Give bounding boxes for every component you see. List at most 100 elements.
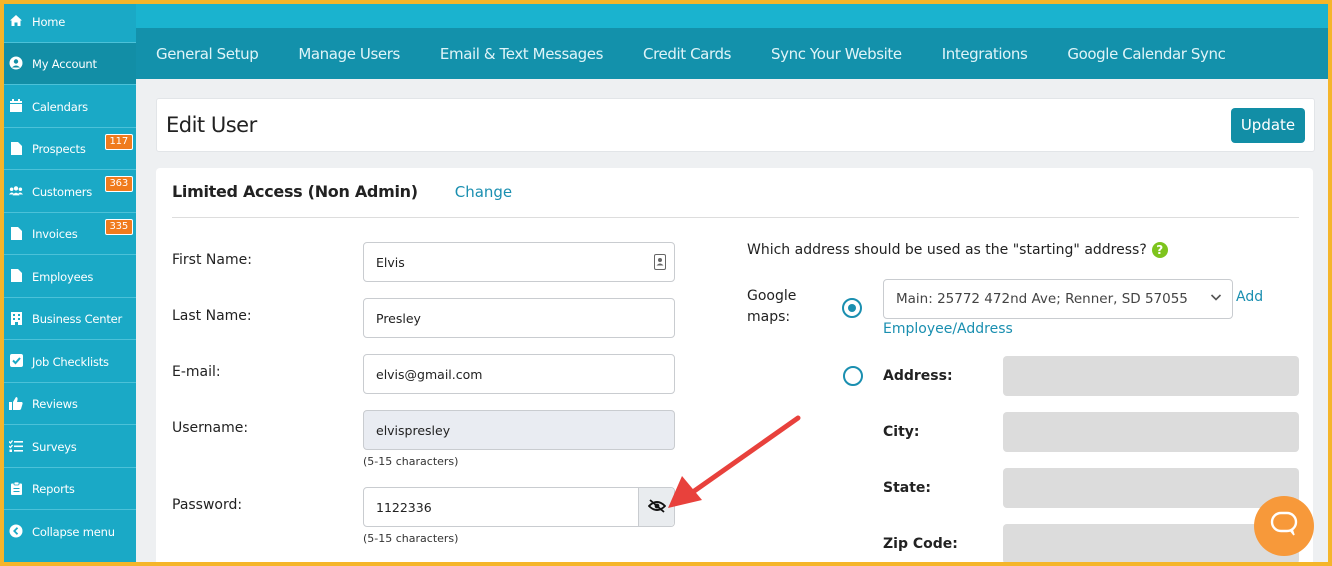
sidebar-item-employees[interactable]: Employees (0, 255, 136, 298)
file-icon (9, 141, 23, 155)
tab-sync-your-website[interactable]: Sync Your Website (771, 45, 902, 63)
sidebar-item-home[interactable]: Home (0, 0, 136, 43)
chat-widget-button[interactable] (1254, 496, 1314, 556)
sidebar-item-label: Business Center (32, 312, 123, 327)
username-hint: (5-15 characters) (363, 455, 459, 468)
help-icon[interactable]: ? (1151, 242, 1168, 258)
user-circle-icon (9, 56, 23, 70)
collapse-menu-button[interactable]: Collapse menu (0, 510, 136, 553)
custom-address-radio[interactable] (843, 366, 863, 386)
contact-card-icon (654, 254, 666, 273)
sidebar-item-reviews[interactable]: Reviews (0, 383, 136, 425)
calendar-icon (9, 99, 23, 113)
username-label: Username: (172, 420, 249, 436)
state-field (1003, 468, 1299, 508)
email-label: E-mail: (172, 364, 221, 380)
city-field (1003, 412, 1299, 452)
checkbox-icon (9, 354, 23, 368)
sidebar-item-reports[interactable]: Reports (0, 468, 136, 510)
sidebar-item-label: Home (32, 14, 66, 29)
first-name-field[interactable]: Elvis (363, 242, 675, 282)
address-select[interactable]: Main: 25772 472nd Ave; Renner, SD 57055 (883, 279, 1233, 319)
sidebar-item-label: Employees (32, 269, 94, 284)
email-value: elvis@gmail.com (376, 366, 483, 382)
sidebar-item-label: Calendars (32, 99, 88, 114)
chat-bubble-icon (1270, 511, 1298, 542)
sidebar-item-label: Prospects (32, 142, 86, 157)
tab-general-setup[interactable]: General Setup (156, 45, 259, 63)
username-field: elvispresley (363, 410, 675, 450)
sidebar-item-label: Surveys (32, 439, 77, 454)
tab-integrations[interactable]: Integrations (942, 45, 1028, 63)
address-select-value: Main: 25772 472nd Ave; Renner, SD 57055 (896, 291, 1188, 307)
first-name-label: First Name: (172, 252, 252, 268)
top-header-bar (136, 0, 1332, 28)
sidebar-item-label: Customers (32, 184, 93, 199)
google-maps-radio[interactable] (842, 298, 862, 318)
sidebar-item-customers[interactable]: Customers 363 (0, 170, 136, 213)
clipboard-icon (9, 481, 23, 495)
top-accent-strip (801, 0, 911, 4)
address-label: Address: (883, 368, 953, 384)
sidebar-item-business-center[interactable]: Business Center (0, 298, 136, 340)
tab-google-calendar-sync[interactable]: Google Calendar Sync (1067, 45, 1225, 63)
last-name-field[interactable]: Presley (363, 298, 675, 338)
city-label: City: (883, 424, 920, 440)
password-label: Password: (172, 497, 243, 513)
invoices-count-badge: 335 (104, 218, 133, 235)
last-name-label: Last Name: (172, 308, 252, 324)
starting-address-question: Which address should be used as the "sta… (747, 242, 1168, 258)
password-value: 1122336 (376, 499, 432, 515)
list-check-icon (9, 439, 23, 453)
password-field[interactable]: 1122336 (363, 487, 675, 527)
google-maps-label-line2: maps: (747, 309, 791, 325)
sidebar-item-label: Reports (32, 482, 75, 497)
sidebar-item-label: Job Checklists (32, 354, 109, 369)
sidebar-item-label: My Account (32, 57, 97, 72)
home-icon (9, 14, 23, 28)
file-icon (9, 226, 23, 240)
first-name-value: Elvis (376, 254, 405, 270)
users-icon (9, 184, 23, 198)
tab-email-text-messages[interactable]: Email & Text Messages (440, 45, 604, 63)
prospects-count-badge: 117 (104, 133, 133, 150)
page-header: Edit User Update (156, 98, 1315, 152)
sidebar-item-job-checklists[interactable]: Job Checklists (0, 340, 136, 383)
sidebar-item-my-account[interactable]: My Account (0, 42, 136, 85)
sidebar-item-calendars[interactable]: Calendars (0, 85, 136, 128)
state-label: State: (883, 480, 932, 496)
access-level-row: Limited Access (Non Admin) Change (172, 182, 512, 201)
page-title: Edit User (166, 113, 257, 137)
sidebar-item-label: Reviews (32, 397, 78, 412)
sidebar-item-label: Invoices (32, 227, 78, 242)
divider (172, 217, 1299, 218)
file-icon (9, 269, 23, 283)
email-field[interactable]: elvis@gmail.com (363, 354, 675, 394)
google-maps-label: Google maps: (747, 286, 796, 328)
change-access-link[interactable]: Change (455, 183, 512, 201)
chevron-down-icon (1210, 291, 1222, 307)
username-value: elvispresley (376, 422, 451, 438)
access-level-title: Limited Access (Non Admin) (172, 182, 418, 201)
thumbs-up-icon (9, 396, 23, 410)
starting-address-question-text: Which address should be used as the "sta… (747, 242, 1147, 258)
sidebar-item-label: Collapse menu (32, 525, 115, 540)
building-icon (9, 311, 23, 325)
address-field (1003, 356, 1299, 396)
update-button[interactable]: Update (1231, 107, 1305, 143)
add-employee-address-link-2[interactable]: Employee/Address (883, 321, 1013, 337)
customers-count-badge: 363 (104, 176, 133, 192)
annotation-arrow (668, 415, 801, 508)
sidebar: Home My Account Calendars Prospects 117 … (0, 0, 136, 566)
chevron-left-circle-icon (9, 524, 23, 538)
tab-credit-cards[interactable]: Credit Cards (643, 45, 731, 63)
google-maps-label-line1: Google (747, 288, 797, 304)
add-employee-address-link[interactable]: Add (1236, 289, 1263, 305)
sidebar-item-invoices[interactable]: Invoices 335 (0, 213, 136, 255)
sidebar-item-prospects[interactable]: Prospects 117 (0, 128, 136, 170)
top-accent-strip (606, 0, 776, 4)
last-name-value: Presley (376, 310, 421, 326)
sidebar-item-surveys[interactable]: Surveys (0, 425, 136, 468)
settings-nav: General Setup Manage Users Email & Text … (136, 28, 1332, 79)
tab-manage-users[interactable]: Manage Users (298, 45, 400, 63)
